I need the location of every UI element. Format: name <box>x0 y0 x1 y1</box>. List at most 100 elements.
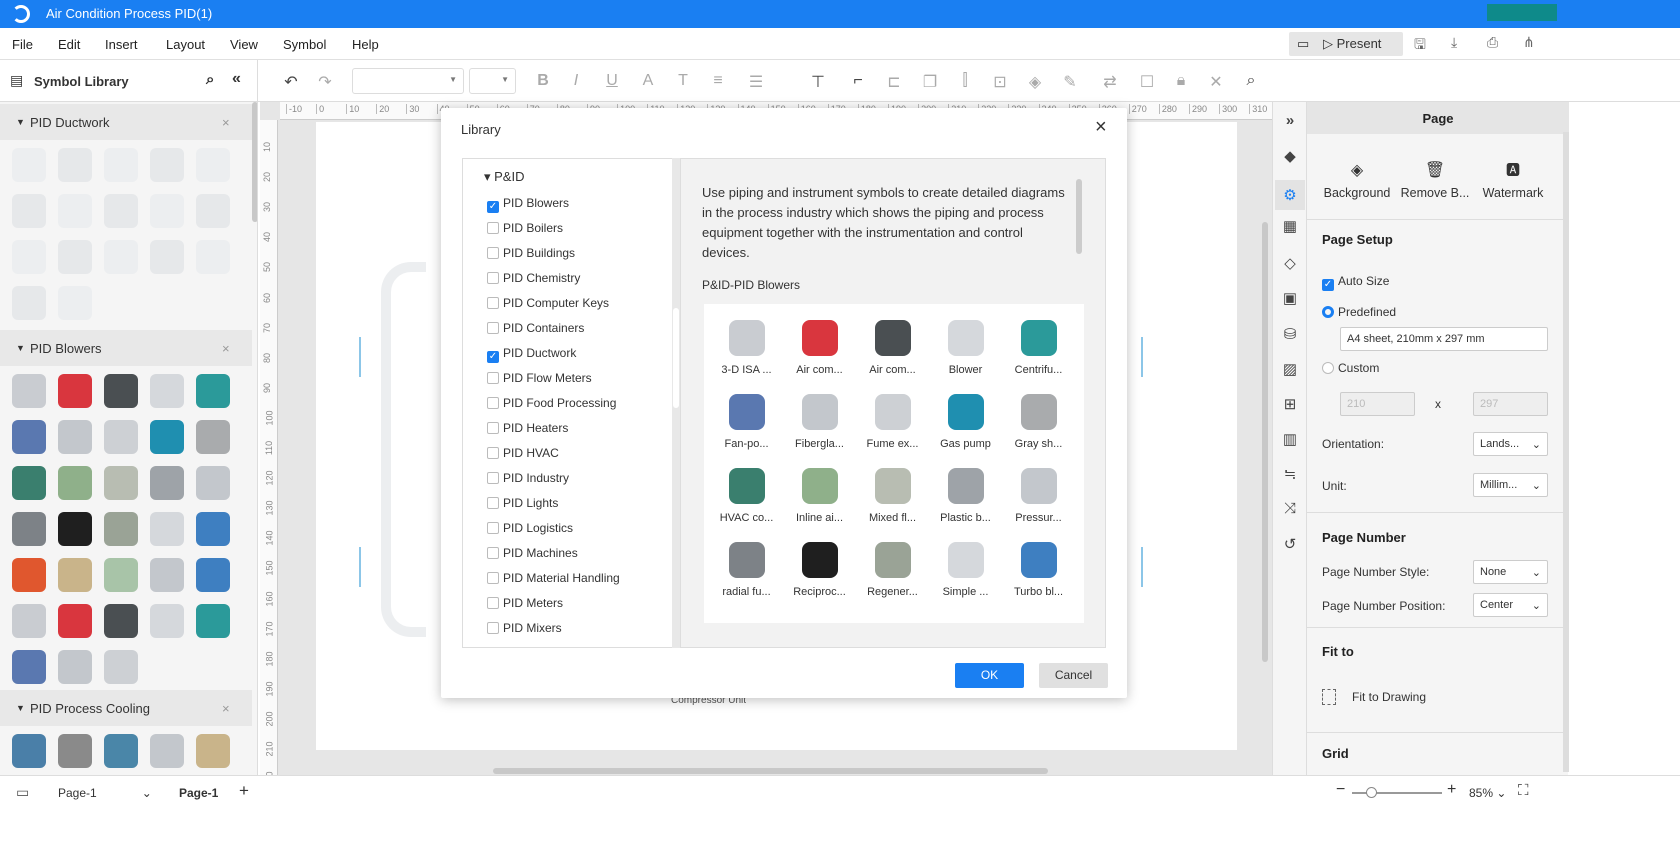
duct-shape[interactable] <box>381 262 426 637</box>
library-symbol[interactable] <box>58 604 92 638</box>
close-icon[interactable]: × <box>1095 116 1107 139</box>
print-icon[interactable]: ⎙ <box>1487 34 1498 51</box>
image-icon[interactable]: ▨ <box>1281 360 1299 378</box>
tree-item[interactable]: PID Containers <box>487 321 584 335</box>
library-symbol[interactable] <box>196 240 230 274</box>
library-symbol[interactable] <box>12 650 46 684</box>
symbol-item[interactable]: Inline ai... <box>783 468 856 524</box>
library-symbol[interactable] <box>12 466 46 500</box>
library-symbol[interactable] <box>150 148 184 182</box>
horizontal-scrollbar[interactable] <box>493 768 1048 774</box>
checkbox[interactable]: ✓ <box>487 351 499 363</box>
bold-icon[interactable]: B <box>533 72 553 90</box>
ok-button[interactable]: OK <box>955 663 1024 688</box>
library-symbol[interactable] <box>58 650 92 684</box>
tree-item[interactable]: PID Meters <box>487 596 563 610</box>
library-symbol[interactable] <box>58 512 92 546</box>
tree-item[interactable]: PID Lights <box>487 496 558 510</box>
page-list-icon[interactable]: ▭ <box>16 784 29 801</box>
menu-layout[interactable]: Layout <box>166 37 205 52</box>
library-symbol[interactable] <box>150 374 184 408</box>
unit-select[interactable]: Millim... ⌄ <box>1473 473 1548 497</box>
checkbox[interactable] <box>487 447 499 459</box>
tree-scrollbar[interactable] <box>672 158 680 648</box>
save-icon[interactable]: 🖫 <box>1414 34 1426 58</box>
checkbox[interactable] <box>487 522 499 534</box>
tree-item[interactable]: PID Buildings <box>487 246 575 260</box>
symbol-item[interactable]: Regener... <box>856 542 929 598</box>
library-symbol[interactable] <box>12 286 46 320</box>
spacing-icon[interactable]: ☰ <box>746 72 766 92</box>
size-icon[interactable]: ⊡ <box>990 72 1010 92</box>
checkbox[interactable]: ✓ <box>487 201 499 213</box>
symbol-item[interactable]: Air com... <box>856 320 929 376</box>
tree-item[interactable]: PID HVAC <box>487 446 559 460</box>
library-symbol[interactable] <box>12 374 46 408</box>
fill-style-icon[interactable]: ◆ <box>1281 147 1299 165</box>
checkbox[interactable] <box>487 497 499 509</box>
database-icon[interactable]: ⛁ <box>1281 325 1299 343</box>
search-icon[interactable]: ⌕ <box>206 71 214 88</box>
checkbox[interactable] <box>487 572 499 584</box>
library-symbol[interactable] <box>196 512 230 546</box>
library-symbol[interactable] <box>58 148 92 182</box>
library-symbol[interactable] <box>196 194 230 228</box>
width-input[interactable]: 210 <box>1340 392 1415 416</box>
checkbox[interactable] <box>487 247 499 259</box>
tree-item[interactable]: PID Flow Meters <box>487 371 592 385</box>
watermark-button[interactable]: 🅰︎ Watermark <box>1477 160 1549 200</box>
library-symbol[interactable] <box>58 374 92 408</box>
library-symbol[interactable] <box>12 148 46 182</box>
tree-item[interactable]: PID Computer Keys <box>487 296 609 310</box>
tree-item[interactable]: ✓ PID Blowers <box>487 196 569 213</box>
vertical-scrollbar[interactable] <box>1262 222 1268 662</box>
menu-insert[interactable]: Insert <box>105 37 138 52</box>
auto-size-checkbox[interactable]: ✓ Auto Size <box>1322 274 1389 291</box>
height-input[interactable]: 297 <box>1473 392 1548 416</box>
tree-root-pid[interactable]: ▾ P&ID <box>484 169 524 185</box>
zoom-in-icon[interactable]: + <box>1447 781 1456 799</box>
symbol-item[interactable]: Fume ex... <box>856 394 929 450</box>
connector-icon[interactable]: ⌐ <box>848 72 868 90</box>
checkbox[interactable] <box>487 597 499 609</box>
library-symbol[interactable] <box>104 466 138 500</box>
tree-item[interactable]: PID Logistics <box>487 521 573 535</box>
tree-item[interactable]: PID Mixers <box>487 621 562 635</box>
library-symbol[interactable] <box>12 512 46 546</box>
underline-icon[interactable]: U <box>602 72 622 90</box>
tree-item[interactable]: PID Chemistry <box>487 271 580 285</box>
close-icon[interactable]: × <box>222 115 230 130</box>
library-symbol[interactable] <box>104 240 138 274</box>
library-symbol[interactable] <box>104 604 138 638</box>
library-symbol[interactable] <box>150 420 184 454</box>
checkbox[interactable] <box>487 372 499 384</box>
symbol-item[interactable]: HVAC co... <box>710 468 783 524</box>
italic-icon[interactable]: I <box>566 72 586 90</box>
library-symbol[interactable] <box>150 512 184 546</box>
section-pid-process-cooling[interactable]: ▼ PID Process Cooling × <box>0 690 252 726</box>
library-symbol[interactable] <box>104 374 138 408</box>
symbol-item[interactable]: Air com... <box>783 320 856 376</box>
checkbox[interactable] <box>487 547 499 559</box>
library-symbol[interactable] <box>104 512 138 546</box>
line-color-icon[interactable]: ✎ <box>1060 72 1080 92</box>
predefined-size-select[interactable]: A4 sheet, 210mm x 297 mm <box>1340 327 1548 351</box>
library-symbol[interactable] <box>12 420 46 454</box>
fit-to-drawing-button[interactable]: Fit to Drawing <box>1322 689 1426 705</box>
collapse-icon[interactable]: « <box>232 70 241 88</box>
right-scrollbar[interactable] <box>1563 132 1569 772</box>
library-symbol[interactable] <box>12 604 46 638</box>
library-symbol[interactable] <box>196 604 230 638</box>
library-symbol[interactable] <box>58 240 92 274</box>
shuffle-icon[interactable]: ⤨ <box>1281 500 1299 518</box>
library-symbol[interactable] <box>150 604 184 638</box>
page-settings-icon[interactable]: ⚙ <box>1275 180 1305 210</box>
align-objects-icon[interactable]: ⫿ <box>955 72 975 90</box>
library-symbol[interactable] <box>58 194 92 228</box>
edit-shape-icon[interactable]: ☐ <box>1137 72 1157 92</box>
close-icon[interactable]: × <box>222 701 230 716</box>
symbol-item[interactable]: Reciproc... <box>783 542 856 598</box>
page-number-style-select[interactable]: None ⌄ <box>1473 560 1548 584</box>
library-symbol[interactable] <box>196 734 230 768</box>
library-symbol[interactable] <box>12 240 46 274</box>
